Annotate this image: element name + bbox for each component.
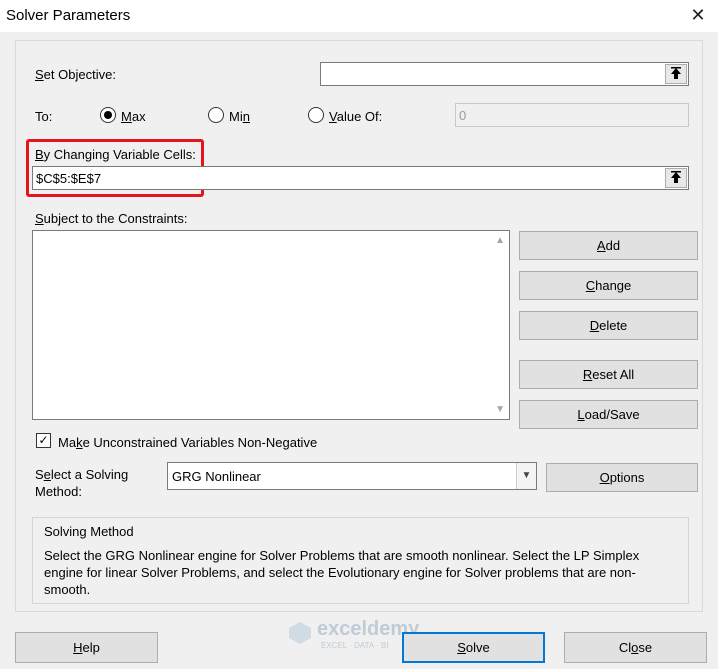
chevron-down-icon[interactable]: ▼ — [516, 463, 536, 489]
exceldemy-logo-icon — [289, 622, 311, 644]
radio-min-label[interactable]: Min — [229, 109, 250, 124]
description-text: Select the GRG Nonlinear engine for Solv… — [44, 548, 640, 597]
scroll-down-icon[interactable]: ▼ — [495, 404, 505, 415]
changing-cells-input[interactable]: $C$5:$E$7 — [32, 166, 689, 190]
radio-value-of[interactable] — [308, 107, 324, 123]
change-button[interactable]: Change — [519, 271, 698, 300]
description-heading: Solving Method — [44, 524, 134, 539]
radio-value-of-label[interactable]: Value Of: — [329, 109, 382, 124]
value-of-input[interactable]: 0 — [455, 103, 689, 127]
solving-method-description: Solving Method Select the GRG Nonlinear … — [32, 517, 689, 604]
upload-arrow-icon — [671, 67, 681, 79]
nonnegative-label[interactable]: Make Unconstrained Variables Non-Negativ… — [58, 435, 317, 450]
options-button[interactable]: Options — [546, 463, 698, 492]
constraints-label: Subject to the Constraints: — [35, 211, 188, 226]
set-objective-label: Set Objective: — [35, 67, 116, 82]
solving-method-label-line2: Method: — [35, 484, 82, 499]
constraints-list[interactable]: ▲ ▼ — [32, 230, 510, 420]
scroll-up-icon[interactable]: ▲ — [495, 235, 505, 246]
collapse-ref-button[interactable] — [665, 64, 687, 84]
title-bar: Solver Parameters ✕ — [0, 0, 718, 32]
window-title: Solver Parameters — [6, 7, 131, 24]
to-label: To: — [35, 109, 53, 124]
solving-method-label-line1: Select a Solving — [35, 467, 129, 482]
radio-max[interactable] — [100, 107, 116, 123]
add-button[interactable]: Add — [519, 231, 698, 260]
nonnegative-checkbox[interactable]: ✓ — [36, 433, 51, 448]
solving-method-select[interactable]: GRG Nonlinear ▼ — [167, 462, 537, 490]
changing-cells-label: By Changing Variable Cells: — [35, 147, 196, 162]
collapse-ref-button-2[interactable] — [665, 168, 687, 188]
watermark-tagline: EXCEL · DATA · BI — [321, 641, 389, 650]
upload-arrow-icon — [671, 171, 681, 183]
delete-button[interactable]: Delete — [519, 311, 698, 340]
close-button[interactable]: Close — [564, 632, 707, 663]
radio-min[interactable] — [208, 107, 224, 123]
load-save-button[interactable]: Load/Save — [519, 400, 698, 429]
close-icon[interactable]: ✕ — [684, 2, 712, 28]
set-objective-input[interactable] — [320, 62, 689, 86]
solve-button[interactable]: Solve — [402, 632, 545, 663]
help-button[interactable]: Help — [15, 632, 158, 663]
radio-max-label[interactable]: Max — [121, 109, 146, 124]
reset-all-button[interactable]: Reset All — [519, 360, 698, 389]
